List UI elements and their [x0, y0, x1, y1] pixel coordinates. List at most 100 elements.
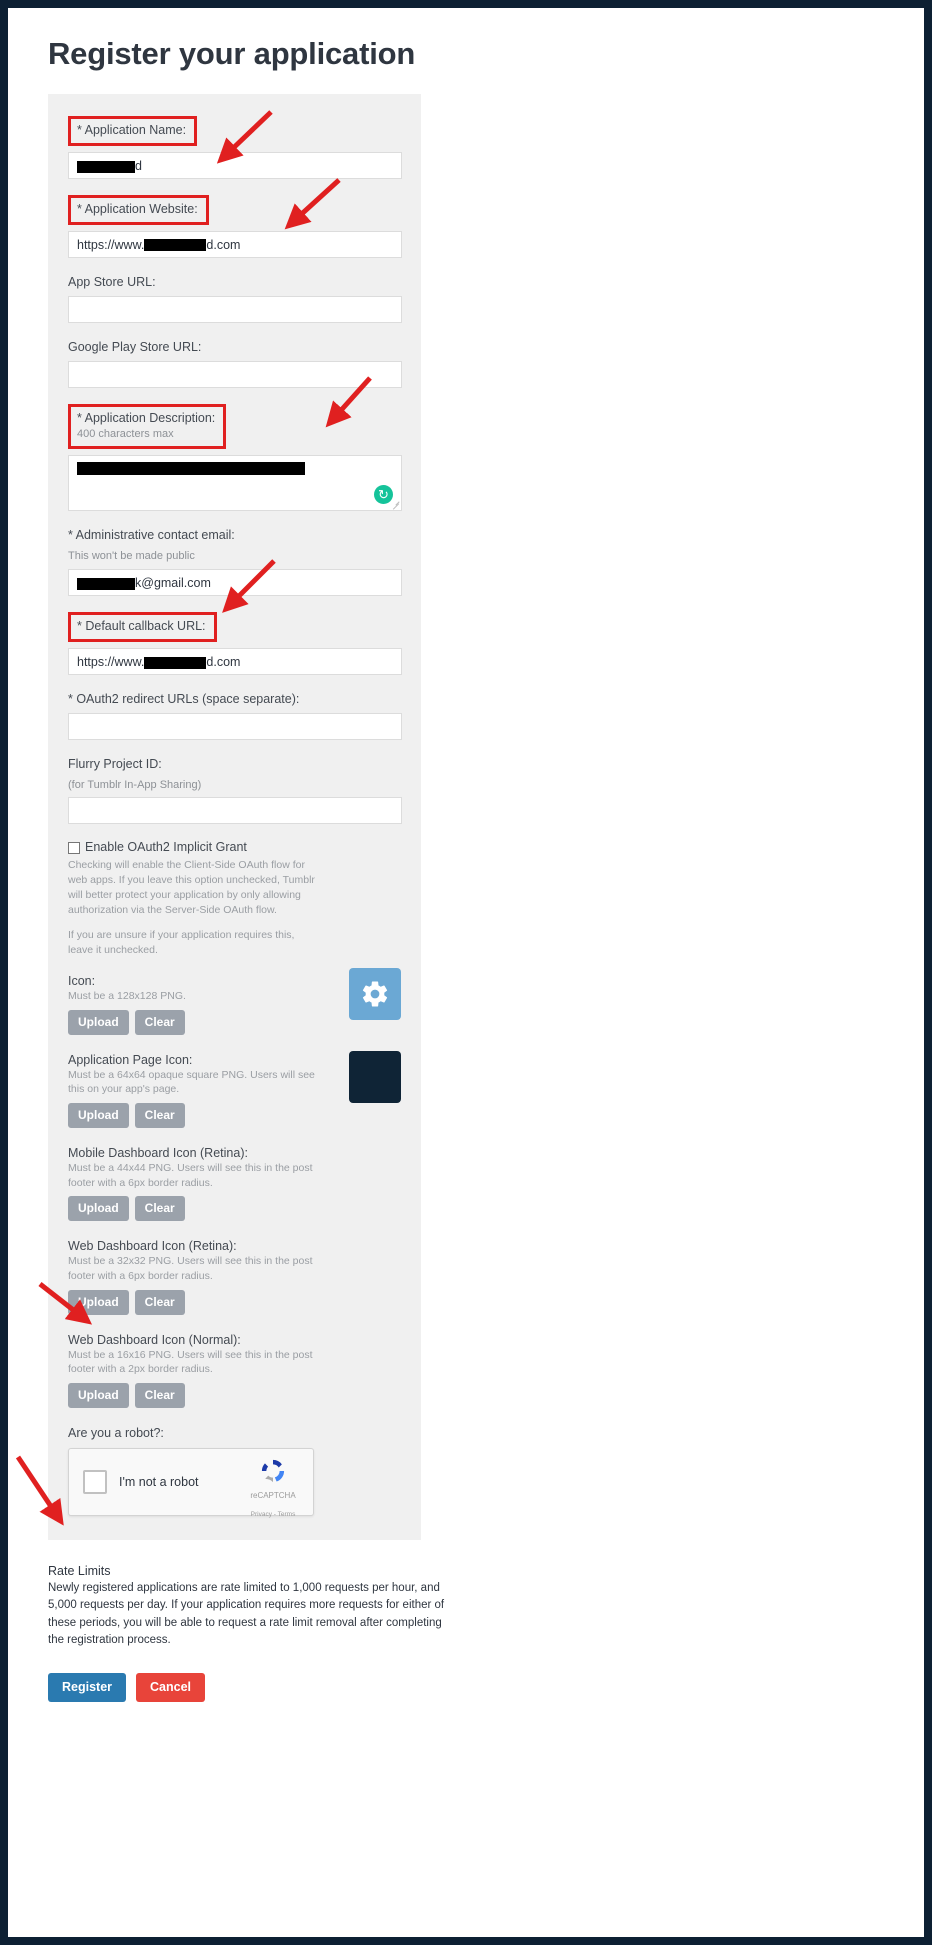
icon-block-app-icon: Icon: Must be a 128x128 PNG. Upload Clea… [68, 967, 401, 1035]
application-website-label: * Application Website: [77, 201, 198, 216]
implicit-grant-help-2: If you are unsure if your application re… [68, 929, 295, 956]
icon-description: Must be a 32x32 PNG. Users will see this… [68, 1255, 313, 1282]
icon-description: Must be a 44x44 PNG. Users will see this… [68, 1161, 313, 1189]
field-admin-email: * Administrative contact email: This won… [68, 527, 402, 596]
app-icon-preview [349, 967, 401, 1020]
field-flurry-project-id: Flurry Project ID: (for Tumblr In-App Sh… [68, 756, 402, 825]
field-app-store-url: App Store URL: [68, 274, 402, 323]
recaptcha-checkbox-label: I'm not a robot [119, 1475, 199, 1490]
redacted-text [77, 577, 135, 590]
oauth2-redirect-input[interactable] [68, 712, 402, 740]
application-description-textarea[interactable]: ↻ [68, 455, 402, 512]
application-name-input[interactable]: d [68, 151, 402, 179]
recaptcha-checkbox[interactable] [83, 1470, 107, 1495]
clear-button[interactable]: Clear [134, 1196, 185, 1222]
recaptcha-logo-icon [261, 1459, 285, 1483]
recaptcha-widget[interactable]: I'm not a robot reCAPTCHA Privacy - Term… [68, 1448, 314, 1518]
icon-block-web-dashboard-normal: Web Dashboard Icon (Normal): Must be a 1… [68, 1332, 401, 1409]
icon-title: Web Dashboard Icon (Normal): [68, 1332, 241, 1347]
field-callback-url: * Default callback URL: https://www. d.co… [68, 611, 402, 675]
field-application-description: * Application Description: 400 character… [68, 403, 402, 512]
admin-email-value: k@gmail.com [135, 575, 211, 590]
upload-button[interactable]: Upload [68, 1102, 129, 1128]
page-title: Register your application [48, 36, 416, 71]
application-website-input[interactable]: https://www. d.com [68, 230, 402, 258]
flurry-label: Flurry Project ID: [68, 756, 162, 771]
rate-limits-body: Newly registered applications are rate l… [48, 1582, 445, 1646]
field-implicit-grant: Enable OAuth2 Implicit Grant Checking wi… [68, 840, 401, 957]
resize-handle-icon[interactable] [391, 500, 400, 509]
gear-icon [362, 981, 388, 1007]
website-value-suffix: d.com [206, 237, 241, 252]
callback-url-input[interactable]: https://www. d.com [68, 647, 402, 675]
oauth2-redirect-label: * OAuth2 redirect URLs (space separate): [68, 691, 300, 706]
icon-block-web-dashboard-retina: Web Dashboard Icon (Retina): Must be a 3… [68, 1239, 401, 1315]
application-name-label-highlight: * Application Name: [68, 116, 198, 146]
clear-button[interactable]: Clear [134, 1289, 185, 1315]
field-application-name: * Application Name: d [68, 116, 402, 179]
clear-button[interactable]: Clear [134, 1102, 185, 1128]
register-button[interactable]: Register [48, 1673, 127, 1703]
implicit-grant-help-1: Checking will enable the Client-Side OAu… [68, 859, 315, 917]
icon-title: Web Dashboard Icon (Retina): [68, 1239, 237, 1254]
application-page-icon-preview [349, 1050, 401, 1103]
icon-block-mobile-dashboard-retina: Mobile Dashboard Icon (Retina): Must be … [68, 1145, 401, 1222]
flurry-hint: (for Tumblr In-App Sharing) [68, 778, 202, 791]
clear-button[interactable]: Clear [134, 1009, 185, 1035]
admin-email-input[interactable]: k@gmail.com [68, 568, 402, 596]
callback-value-suffix: d.com [206, 654, 241, 669]
recaptcha-legal-links[interactable]: Privacy - Terms [251, 1511, 296, 1518]
callback-value-prefix: https://www. [77, 654, 145, 669]
callback-url-label-highlight: * Default callback URL: [68, 611, 217, 642]
clear-button[interactable]: Clear [134, 1383, 185, 1409]
redacted-text [77, 160, 135, 173]
app-store-url-label: App Store URL: [68, 274, 156, 289]
field-captcha: Are you a robot?: I'm not a robot reCAPT… [68, 1426, 401, 1518]
google-play-url-input[interactable] [68, 360, 402, 388]
icon-button-row: Upload Clear [68, 1383, 401, 1409]
recaptcha-branding: reCAPTCHA Privacy - Terms [242, 1457, 304, 1521]
redacted-text [144, 239, 207, 252]
field-google-play-url: Google Play Store URL: [68, 339, 402, 388]
registration-form-panel: * Application Name: d * Application Webs… [48, 94, 421, 1541]
icon-button-row: Upload Clear [68, 1196, 401, 1222]
application-name-value: d [135, 158, 142, 173]
app-store-url-input[interactable] [68, 295, 402, 323]
upload-button[interactable]: Upload [68, 1383, 129, 1409]
form-actions: Register Cancel [48, 1673, 924, 1703]
redacted-text [77, 462, 305, 476]
implicit-grant-checkbox[interactable] [68, 842, 80, 855]
admin-email-label: * Administrative contact email: [68, 528, 235, 543]
field-oauth2-redirect-urls: * OAuth2 redirect URLs (space separate): [68, 691, 402, 740]
redacted-text [144, 656, 207, 669]
application-website-label-highlight: * Application Website: [68, 194, 209, 225]
upload-button[interactable]: Upload [68, 1196, 129, 1222]
application-name-label: * Application Name: [77, 123, 187, 137]
rate-limits-section: Rate Limits Newly registered application… [48, 1564, 448, 1649]
upload-button[interactable]: Upload [68, 1009, 129, 1035]
icon-description: Must be a 128x128 PNG. [68, 989, 186, 1002]
captcha-label: Are you a robot?: [68, 1426, 164, 1441]
implicit-grant-row[interactable]: Enable OAuth2 Implicit Grant [68, 840, 401, 855]
implicit-grant-label: Enable OAuth2 Implicit Grant [85, 840, 247, 855]
callback-url-label: * Default callback URL: [77, 618, 206, 633]
upload-button[interactable]: Upload [68, 1289, 129, 1315]
recaptcha-brand-name: reCAPTCHA [250, 1491, 296, 1501]
cancel-button[interactable]: Cancel [136, 1673, 206, 1703]
application-description-label-highlight: * Application Description: 400 character… [68, 403, 227, 450]
icon-description: Must be a 16x16 PNG. Users will see this… [68, 1348, 313, 1376]
icon-block-application-page-icon: Application Page Icon: Must be a 64x64 o… [68, 1050, 401, 1128]
google-play-url-label: Google Play Store URL: [68, 339, 202, 354]
rate-limits-title: Rate Limits [48, 1564, 111, 1579]
icon-description: Must be a 64x64 opaque square PNG. Users… [68, 1068, 315, 1096]
flurry-input[interactable] [68, 797, 402, 825]
application-description-hint: 400 characters max [77, 428, 174, 441]
field-application-website: * Application Website: https://www. d.com [68, 194, 402, 258]
icon-button-row: Upload Clear [68, 1289, 401, 1315]
website-value-prefix: https://www. [77, 237, 145, 252]
icon-button-row: Upload Clear [68, 1102, 401, 1128]
application-description-label: * Application Description: [77, 410, 216, 425]
register-application-page: Register your application * Application … [8, 8, 924, 1937]
admin-email-hint: This won't be made public [68, 550, 195, 563]
icon-title: Mobile Dashboard Icon (Retina): [68, 1145, 248, 1160]
